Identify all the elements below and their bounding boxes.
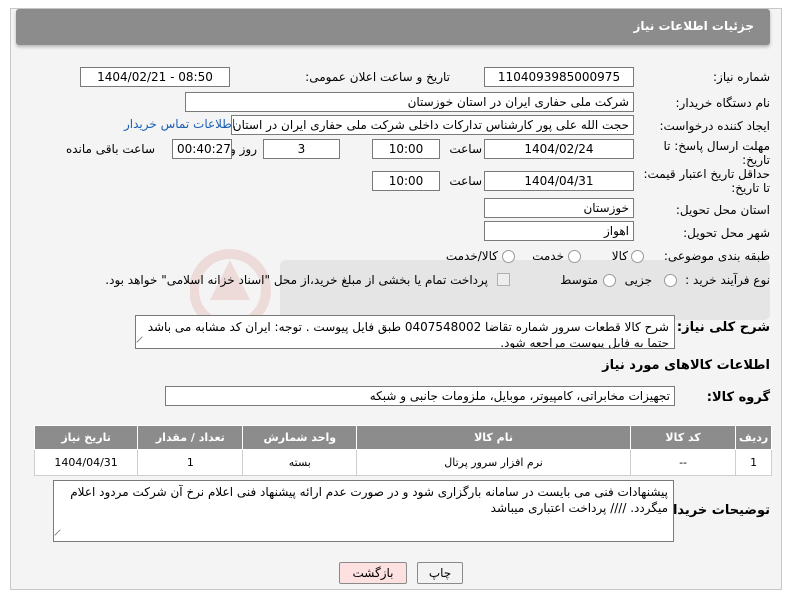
buyer-notes-textarea: پیشنهادات فنی می بایست در سامانه بارگزار… — [53, 480, 674, 542]
goods-info-heading: اطلاعات کالاهای مورد نیاز — [602, 358, 770, 373]
requester-field: حجت الله علی پور کارشناس تدارکات داخلی ش… — [231, 115, 634, 135]
category-option-service: خدمت — [532, 249, 564, 263]
reply-time-field: 10:00 — [372, 139, 440, 159]
col-quantity: تعداد / مقدار — [137, 425, 244, 450]
back-button[interactable]: بازگشت — [339, 562, 407, 584]
buyer-org-label: نام دستگاه خریدار: — [675, 96, 771, 110]
category-radio-service[interactable] — [568, 250, 581, 263]
requester-label: ایجاد کننده درخواست: — [659, 119, 770, 133]
category-option-goods: کالا — [611, 249, 628, 263]
remaining-label: ساعت باقی مانده — [65, 142, 155, 156]
buyer-notes-text: پیشنهادات فنی می بایست در سامانه بارگزار… — [70, 485, 668, 515]
need-number-field: 1104093985000975 — [484, 67, 634, 87]
price-validity-date-field: 1404/04/31 — [484, 171, 634, 191]
treasury-payment-note: پرداخت تمام یا بخشی از مبلغ خرید،از محل … — [105, 273, 488, 287]
general-desc-textarea: شرح کالا قطعات سرور شماره تقاضا 04075480… — [135, 315, 675, 349]
goods-group-field: تجهیزات مخابراتی، کامپیوتر، موبایل، ملزو… — [165, 386, 675, 406]
need-number-label: شماره نیاز: — [713, 70, 770, 84]
resize-grip-icon[interactable] — [54, 529, 66, 541]
reply-hour-label: ساعت — [449, 142, 482, 156]
reply-deadline-label: مهلت ارسال پاسخ: تا — [663, 139, 770, 153]
cell-goods-name: نرم افزار سرور پرتال — [356, 449, 631, 476]
price-validity-time-field: 10:00 — [372, 171, 440, 191]
general-desc-text: شرح کالا قطعات سرور شماره تقاضا 04075480… — [147, 320, 669, 349]
delivery-city-label: شهر محل تحویل: — [683, 226, 770, 240]
category-radio-goods[interactable] — [631, 250, 644, 263]
buyer-org-field: شرکت ملی حفاری ایران در استان خوزستان — [185, 92, 634, 112]
buyer-notes-label: توضیحات خریدار: — [660, 503, 770, 518]
reply-day-and-label: روز و — [230, 142, 257, 156]
process-option-minor: جزیی — [624, 273, 652, 287]
delivery-city-field: اهواز — [484, 221, 634, 241]
resize-grip-icon[interactable] — [136, 336, 148, 348]
category-label: طبقه بندی موضوعی: — [663, 249, 770, 263]
delivery-province-label: استان محل تحویل: — [675, 203, 770, 217]
reply-date-field: 1404/02/24 — [484, 139, 634, 159]
page-title: جزئیات اطلاعات نیاز — [633, 19, 754, 33]
price-validity-label-2: تا تاریخ: — [731, 181, 770, 195]
category-option-goods-service: کالا/خدمت — [445, 249, 498, 263]
price-validity-label: حداقل تاریخ اعتبار قیمت: — [643, 167, 770, 181]
goods-table: ردیف کد کالا نام کالا واحد شمارش تعداد /… — [33, 425, 772, 476]
category-radio-goods-service[interactable] — [502, 250, 515, 263]
print-button[interactable]: چاپ — [417, 562, 463, 584]
price-hour-label: ساعت — [449, 174, 482, 188]
general-desc-label: شرح کلی نیاز: — [676, 320, 770, 335]
reply-days-field: 3 — [263, 139, 340, 159]
cell-goods-code: -- — [629, 449, 737, 476]
col-goods-name: نام کالا — [356, 425, 631, 450]
announce-datetime-label: تاریخ و ساعت اعلان عمومی: — [305, 70, 450, 84]
col-goods-code: کد کالا — [629, 425, 737, 450]
treasury-payment-checkbox[interactable] — [497, 273, 510, 286]
cell-unit: بسته — [242, 449, 358, 476]
process-option-medium: متوسط — [560, 273, 598, 287]
announce-datetime-field: 1404/02/21 - 08:50 — [80, 67, 230, 87]
buyer-contact-link[interactable]: اطلاعات تماس خریدار — [124, 117, 235, 131]
reply-deadline-label-2: تاریخ: — [742, 153, 770, 167]
cell-quantity: 1 — [137, 449, 244, 476]
cell-need-date: 1404/04/31 — [33, 449, 139, 476]
delivery-province-field: خوزستان — [484, 198, 634, 218]
col-need-date: تاریخ نیاز — [33, 425, 139, 450]
goods-group-label: گروه کالا: — [706, 390, 770, 405]
col-unit: واحد شمارش — [242, 425, 358, 450]
table-row: 1 -- نرم افزار سرور پرتال بسته 1 1404/04… — [33, 449, 772, 476]
process-type-label: نوع فرآیند خرید : — [685, 273, 770, 287]
goods-table-header: ردیف کد کالا نام کالا واحد شمارش تعداد /… — [33, 425, 772, 450]
panel-header: جزئیات اطلاعات نیاز — [16, 9, 770, 45]
col-row-number: ردیف — [735, 425, 772, 450]
process-radio-minor[interactable] — [664, 274, 677, 287]
reply-remaining-field: 00:40:27 — [172, 139, 232, 159]
cell-row-number: 1 — [735, 449, 772, 476]
process-radio-medium[interactable] — [603, 274, 616, 287]
